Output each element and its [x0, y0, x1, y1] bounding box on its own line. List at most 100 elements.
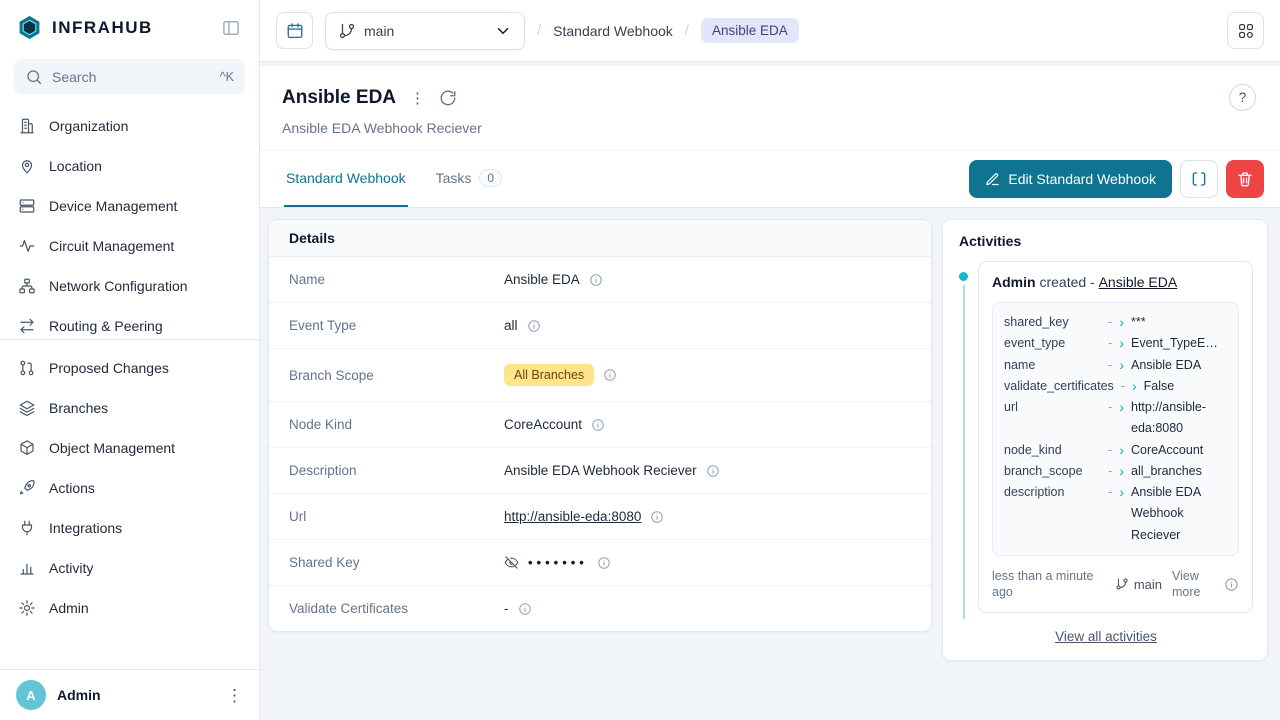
- property-name: branch_scope: [1004, 461, 1101, 482]
- property-name: shared_key: [1004, 312, 1101, 333]
- git-pull-request-icon: [18, 359, 36, 377]
- info-icon[interactable]: [527, 319, 541, 333]
- old-value-dash: -: [1108, 333, 1112, 354]
- sidebar-item-proposed-changes[interactable]: Proposed Changes: [0, 348, 259, 388]
- detail-label: Node Kind: [289, 417, 504, 432]
- old-value-dash: -: [1121, 376, 1125, 397]
- property-name: url: [1004, 397, 1101, 418]
- search-shortcut: ^K: [220, 70, 234, 84]
- search-input[interactable]: Search ^K: [14, 59, 245, 94]
- property-value: all_branches: [1131, 461, 1227, 482]
- property-value: False: [1144, 376, 1240, 397]
- schedule-button[interactable]: [276, 12, 313, 49]
- branch-scope-badge: All Branches: [504, 364, 594, 386]
- sidebar-item-activity[interactable]: Activity: [0, 548, 259, 588]
- user-menu-kebab-icon[interactable]: ⋮: [226, 687, 243, 704]
- map-pin-icon: [18, 157, 36, 175]
- view-all-activities-link[interactable]: View all activities: [1055, 629, 1157, 644]
- detail-row-shared-key: Shared Key •••••••: [269, 540, 931, 586]
- info-icon[interactable]: [706, 464, 720, 478]
- sidebar-item-label: Actions: [49, 480, 95, 496]
- sidebar-item-circuit-management[interactable]: Circuit Management: [0, 226, 259, 266]
- branch-selector[interactable]: main: [325, 12, 525, 50]
- page-header-block: Ansible EDA ⋮ ? Ansible EDA Webhook Reci…: [260, 66, 1280, 208]
- activity-title: Admin created - Ansible EDA: [992, 274, 1239, 290]
- tabs-bar: Standard Webhook Tasks 0 Edit Standard W…: [260, 150, 1280, 208]
- code-view-button[interactable]: [1180, 160, 1218, 198]
- sidebar-item-integrations[interactable]: Integrations: [0, 508, 259, 548]
- sitemap-icon: [18, 277, 36, 295]
- selected-branch: main: [364, 23, 486, 39]
- reveal-secret-button[interactable]: [504, 555, 519, 570]
- breadcrumb-current-page[interactable]: Ansible EDA: [701, 18, 799, 43]
- topbar: main / Standard Webhook / Ansible EDA: [260, 0, 1280, 62]
- collapse-sidebar-icon[interactable]: [219, 16, 243, 40]
- breadcrumb-standard-webhook[interactable]: Standard Webhook: [553, 23, 673, 39]
- sidebar-item-label: Admin: [49, 600, 89, 616]
- apps-icon: [1237, 22, 1255, 40]
- user-menu: A Admin ⋮: [0, 669, 259, 720]
- sidebar-item-branches[interactable]: Branches: [0, 388, 259, 428]
- info-icon[interactable]: [518, 602, 532, 616]
- sidebar-item-label: Routing & Peering: [49, 318, 163, 334]
- git-branch-icon: [1115, 577, 1129, 591]
- layers-icon: [18, 399, 36, 417]
- property-name: description: [1004, 482, 1101, 503]
- sidebar-item-device-management[interactable]: Device Management: [0, 186, 259, 226]
- info-icon[interactable]: [597, 556, 611, 570]
- sidebar-item-organization[interactable]: Organization: [0, 106, 259, 146]
- sidebar: INFRAHUB Search ^K Organization Location…: [0, 0, 260, 720]
- sidebar-item-label: Branches: [49, 400, 108, 416]
- user-name: Admin: [57, 687, 215, 703]
- chevron-right-icon: ›: [1119, 397, 1124, 418]
- apps-button[interactable]: [1227, 12, 1264, 49]
- property-value: http://ansible-eda:8080: [1131, 397, 1227, 440]
- sidebar-item-label: Proposed Changes: [49, 360, 169, 376]
- url-link[interactable]: http://ansible-eda:8080: [504, 509, 641, 524]
- plug-icon: [18, 519, 36, 537]
- sidebar-item-label: Circuit Management: [49, 238, 174, 254]
- title-kebab-icon[interactable]: ⋮: [410, 89, 425, 107]
- activity-properties: shared_key - › *** event_type - › Event_: [992, 302, 1239, 556]
- activity-timestamp: less than a minute ago: [992, 568, 1105, 601]
- refresh-icon[interactable]: [439, 89, 457, 107]
- detail-value: Ansible EDA Webhook Reciever: [504, 463, 697, 478]
- edit-standard-webhook-button[interactable]: Edit Standard Webhook: [969, 160, 1172, 198]
- tab-tasks[interactable]: Tasks 0: [434, 151, 504, 207]
- activity-object-link[interactable]: Ansible EDA: [1099, 274, 1178, 290]
- property-row: node_kind - › CoreAccount: [1004, 440, 1227, 461]
- delete-button[interactable]: [1226, 160, 1264, 198]
- detail-row-validate-certificates: Validate Certificates -: [269, 586, 931, 631]
- property-name: name: [1004, 355, 1101, 376]
- gear-icon: [18, 599, 36, 617]
- info-icon[interactable]: [1224, 577, 1239, 592]
- sidebar-item-object-management[interactable]: Object Management: [0, 428, 259, 468]
- masked-secret-value: •••••••: [528, 555, 588, 570]
- info-icon[interactable]: [603, 368, 617, 382]
- sidebar-item-network-configuration[interactable]: Network Configuration: [0, 266, 259, 306]
- activities-card-title: Activities: [943, 220, 1267, 253]
- sidebar-nav-secondary: Proposed Changes Branches Object Managem…: [0, 348, 259, 669]
- sidebar-item-admin[interactable]: Admin: [0, 588, 259, 628]
- detail-label: Branch Scope: [289, 368, 504, 383]
- property-row: validate_certificates - › False: [1004, 376, 1227, 397]
- pencil-icon: [985, 172, 1000, 187]
- help-button[interactable]: ?: [1229, 84, 1256, 111]
- chevron-right-icon: ›: [1132, 376, 1137, 397]
- tab-label: Tasks: [436, 170, 472, 186]
- info-icon[interactable]: [650, 510, 664, 524]
- building-icon: [18, 117, 36, 135]
- avatar: A: [16, 680, 46, 710]
- property-value: ***: [1131, 312, 1227, 333]
- chart-bar-icon: [18, 559, 36, 577]
- view-more-link[interactable]: View more: [1172, 568, 1214, 601]
- details-card: Details Name Ansible EDA Event Type all: [268, 219, 932, 632]
- sidebar-item-routing-peering[interactable]: Routing & Peering: [0, 306, 259, 339]
- info-icon[interactable]: [589, 273, 603, 287]
- info-icon[interactable]: [591, 418, 605, 432]
- sidebar-item-location[interactable]: Location: [0, 146, 259, 186]
- tab-standard-webhook[interactable]: Standard Webhook: [284, 151, 408, 207]
- cube-icon: [18, 439, 36, 457]
- trash-icon: [1236, 170, 1254, 188]
- sidebar-item-actions[interactable]: Actions: [0, 468, 259, 508]
